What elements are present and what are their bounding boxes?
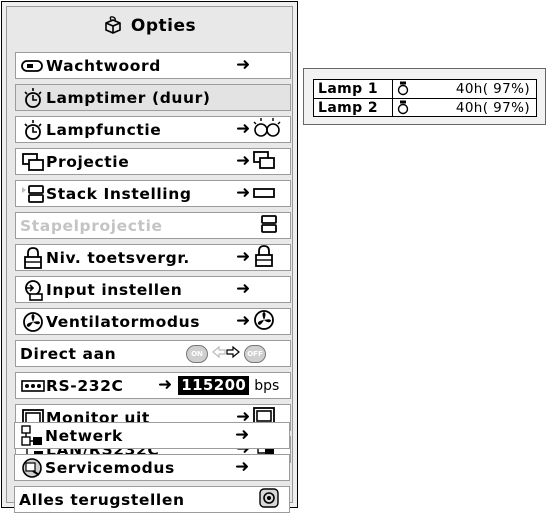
menu-item-label: Wachtwoord xyxy=(46,56,161,75)
menu-title-text: Opties xyxy=(130,16,197,36)
fan-icon xyxy=(253,309,275,335)
menu-item-servicemodus[interactable]: Servicemodus ➜ xyxy=(14,454,290,481)
arrow-right-icon: ➜ xyxy=(236,183,251,203)
lamp-timer-icon xyxy=(20,87,46,109)
menu-item-label: Stack Instelling xyxy=(46,184,192,203)
lamp-cell: 40h( 97%) xyxy=(393,99,536,117)
network-icon xyxy=(19,424,45,447)
lamp-table: Lamp 1 40h( 97%) Lamp 2 40h( 97%) xyxy=(313,79,537,117)
menu-item-toetsvergrendeling[interactable]: Niv. toetsvergr. ➜ xyxy=(15,244,291,271)
menu-item-label: Ventilatormodus xyxy=(46,312,201,331)
menu-item-label: Lampfunctie xyxy=(46,120,162,139)
off-toggle[interactable]: OFF xyxy=(244,344,266,363)
menu-item-ventilatormodus[interactable]: Ventilatormodus ➜ xyxy=(15,308,291,335)
lamp-hours-value: 40h( 97%) xyxy=(455,81,530,97)
menu-item-label: Input instellen xyxy=(46,280,183,299)
baud-unit: bps xyxy=(254,377,280,394)
arrow-right-icon: ➜ xyxy=(236,279,251,299)
menu-item-input-instellen[interactable]: Input instellen ➜ xyxy=(15,276,291,303)
menu-item-label: Netwerk xyxy=(45,426,123,445)
menu-item-label: Niv. toetsvergr. xyxy=(46,248,190,267)
menu-item-alles-terugstellen[interactable]: Alles terugstellen xyxy=(14,486,290,513)
menu-item-label: Lamptimer (duur) xyxy=(46,88,211,107)
lamp-hours-value: 40h( 97%) xyxy=(455,100,530,116)
arrow-right-icon: ➜ xyxy=(236,55,251,75)
table-row: Lamp 2 40h( 97%) xyxy=(314,99,536,117)
menu-item-label: Alles terugstellen xyxy=(19,490,185,509)
lamp-mode-icon xyxy=(252,117,282,143)
menu-item-lampfunctie[interactable]: Lampfunctie ➜ xyxy=(15,116,291,143)
menu-item-label: Direct aan xyxy=(20,344,117,363)
menu-item-projectie[interactable]: Projectie ➜ xyxy=(15,148,291,175)
baud-rate-value[interactable]: 115200 xyxy=(178,376,250,395)
swap-arrows-icon xyxy=(211,344,241,363)
padlock-icon xyxy=(254,244,274,271)
projection-icon xyxy=(252,150,276,174)
menu-item-label: Servicemodus xyxy=(45,458,175,477)
lamp-cell: 40h( 97%) xyxy=(393,80,536,98)
arrow-right-icon: ➜ xyxy=(236,119,251,139)
padlock-icon xyxy=(20,246,46,269)
stack-icon xyxy=(260,214,278,238)
menu-item-rs232c[interactable]: RS-232C ➜ 115200 bps xyxy=(15,372,291,399)
table-row: Lamp 1 40h( 97%) xyxy=(314,80,536,98)
menu-item-netwerk[interactable]: Netwerk ➜ xyxy=(14,422,290,449)
menu-item-stapelprojectie: Stapelprojectie xyxy=(15,212,291,239)
menu-title: Opties xyxy=(7,16,292,39)
menu-item-label: Stapelprojectie xyxy=(20,216,163,235)
menu-item-wachtwoord[interactable]: Wachtwoord ➜ xyxy=(15,52,291,79)
on-toggle[interactable]: ON xyxy=(186,344,208,363)
key-icon xyxy=(20,55,46,77)
menu-item-lamptimer[interactable]: Lamptimer (duur) xyxy=(15,84,291,111)
options-box-icon xyxy=(103,16,123,39)
service-icon xyxy=(19,457,45,479)
lamp-icon xyxy=(397,100,409,120)
menu-item-label: Projectie xyxy=(46,152,130,171)
menu-item-stack-instelling[interactable]: Stack Instelling ➜ xyxy=(15,180,291,207)
lamp-label: Lamp 1 xyxy=(314,80,394,98)
input-icon xyxy=(20,279,46,301)
menu-item-label: RS-232C xyxy=(46,376,124,395)
arrow-right-icon: ➜ xyxy=(235,425,250,445)
lamp-label: Lamp 2 xyxy=(314,99,394,117)
stack-bar-icon xyxy=(253,184,276,203)
stack-icon xyxy=(20,183,46,205)
lamp-timer-icon xyxy=(20,119,46,141)
reset-icon xyxy=(259,487,279,512)
arrow-right-icon: ➜ xyxy=(236,247,251,267)
arrow-right-icon: ➜ xyxy=(158,375,173,395)
arrow-right-icon: ➜ xyxy=(236,311,251,331)
menu-item-direct-aan[interactable]: Direct aan ON OFF xyxy=(15,340,291,367)
rs232-icon xyxy=(20,375,46,397)
arrow-right-icon: ➜ xyxy=(236,151,251,171)
arrow-right-icon: ➜ xyxy=(235,457,250,477)
lamp-timer-panel: Lamp 1 40h( 97%) Lamp 2 40h( 97%) xyxy=(303,68,546,125)
fan-icon xyxy=(20,311,46,333)
projection-icon xyxy=(20,151,46,173)
